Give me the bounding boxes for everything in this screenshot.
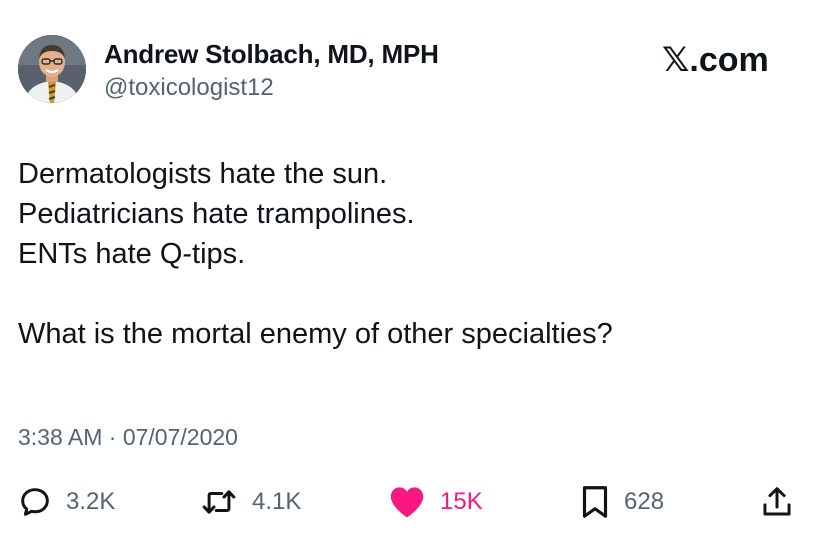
- tweet-line: Dermatologists hate the sun.: [18, 158, 388, 190]
- heart-icon: [390, 487, 424, 518]
- author-handle[interactable]: @toxicologist12: [104, 72, 274, 104]
- bookmark-button[interactable]: 628: [580, 482, 664, 522]
- tweet-timestamp[interactable]: 3:38 AM · 07/07/2020: [18, 421, 238, 453]
- like-count: 15K: [440, 488, 483, 515]
- x-logo-glyph: 𝕏: [662, 40, 690, 80]
- share-button[interactable]: [760, 482, 794, 522]
- repost-count: 4.1K: [252, 488, 302, 515]
- repost-button[interactable]: 4.1K: [200, 482, 301, 522]
- reply-count: 3.2K: [66, 488, 116, 515]
- tweet-line: ENTs hate Q-tips.: [18, 238, 246, 270]
- x-com-logo: 𝕏.com: [662, 38, 769, 82]
- x-logo-suffix: .com: [689, 41, 769, 79]
- reply-bubble-icon: [21, 488, 49, 516]
- tweet-text: Dermatologists hate the sun. Pediatricia…: [18, 154, 798, 354]
- avatar-photo: [18, 35, 86, 103]
- tweet-line: What is the mortal enemy of other specia…: [18, 318, 613, 350]
- bookmark-count: 628: [624, 488, 665, 515]
- like-button[interactable]: 15K: [388, 482, 483, 522]
- tweet-line: Pediatricians hate trampolines.: [18, 198, 415, 230]
- repost-arrows-icon: [202, 490, 236, 514]
- author-display-name[interactable]: Andrew Stolbach, MD, MPH: [104, 38, 439, 70]
- avatar[interactable]: [18, 35, 86, 103]
- share-upload-icon: [763, 487, 791, 516]
- bookmark-icon: [582, 486, 608, 518]
- reply-button[interactable]: 3.2K: [18, 482, 115, 522]
